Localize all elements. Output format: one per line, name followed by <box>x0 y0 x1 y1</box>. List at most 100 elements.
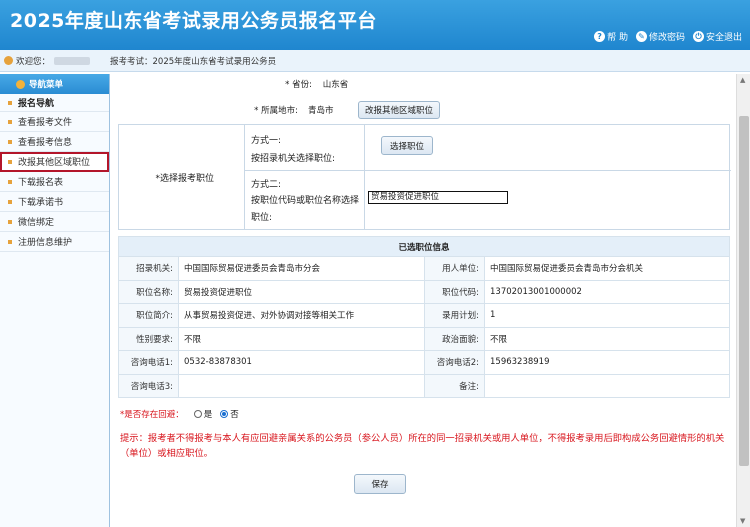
radio-no-label: 否 <box>230 410 239 420</box>
field-label: 录用计划: <box>424 303 485 328</box>
sidebar-item-registration[interactable]: 注册信息维护 <box>0 232 109 252</box>
city-row: * 所属地市: 青岛市 改报其他区域职位 <box>120 101 728 119</box>
sidebar-item-view-info[interactable]: 查看报考信息 <box>0 132 109 152</box>
sidebar-item-download-pledge[interactable]: 下载承诺书 <box>0 192 109 212</box>
table-row: 招录机关: 中国国际贸易促进委员会青岛市分会 用人单位: 中国国际贸易促进委员会… <box>118 256 730 281</box>
app-header: 2025年度山东省考试录用公务员报名平台 ? 帮 助 ✎ 修改密码 ⏻ 安全退出 <box>0 0 750 50</box>
sidebar-item-download-form[interactable]: 下载报名表 <box>0 172 109 192</box>
select-position-label: *选择报考职位 <box>155 173 214 184</box>
field-value: 不限 <box>484 326 730 351</box>
radio-yes-label: 是 <box>203 410 213 420</box>
field-label: 咨询电话2: <box>424 350 485 375</box>
bullet-icon <box>8 119 12 124</box>
method-divider <box>245 170 731 171</box>
save-button[interactable]: 保存 <box>354 474 406 494</box>
table-header-row: 已选职位信息 <box>118 236 730 257</box>
scroll-down-icon[interactable]: ▼ <box>740 517 745 525</box>
nav-header: 导航菜单 <box>0 74 109 94</box>
change-password-label: 修改密码 <box>648 33 685 43</box>
table-row: 性别要求: 不限 政治面貌: 不限 <box>118 326 730 351</box>
info-bar: 欢迎您： 报考考试：2025年度山东省考试录用公务员 <box>0 50 750 72</box>
position-search-input[interactable]: 贸易投资促进职位 <box>368 191 508 204</box>
radio-yes[interactable] <box>193 410 202 418</box>
method1-title: 方式一: <box>251 136 282 146</box>
selected-heading: 已选职位信息 <box>118 236 730 257</box>
bullet-icon <box>8 239 12 244</box>
province-value: 山东省 <box>322 80 349 90</box>
method-desc-cell: 方式一: 按招录机关选择职位: 方式二: 按职位代码或职位名称选择 职位: <box>245 125 365 229</box>
table-row: 咨询电话1: 0532-83878301 咨询电话2: 15963238919 <box>118 350 730 375</box>
power-icon: ⏻ <box>692 31 704 42</box>
bullet-icon <box>8 159 12 164</box>
field-value: 13702013001000002 <box>484 279 730 304</box>
change-region-button[interactable]: 改报其他区域职位 <box>358 101 440 119</box>
selected-position-table: 已选职位信息 招录机关: 中国国际贸易促进委员会青岛市分会 用人单位: 中国国际… <box>118 236 730 398</box>
help-link[interactable]: ? 帮 助 <box>594 30 628 43</box>
change-password-link[interactable]: ✎ 修改密码 <box>635 30 685 43</box>
method2-title: 方式二: <box>251 180 282 190</box>
bullet-icon <box>8 219 12 224</box>
sidebar-item-label: 查看报考文件 <box>18 118 73 128</box>
sidebar-item-label: 改报其他区域职位 <box>18 158 91 168</box>
city-label: * 所属地市: <box>254 106 298 116</box>
app-title: 2025年度山东省考试录用公务员报名平台 <box>10 10 377 32</box>
select-position-button[interactable]: 选择职位 <box>381 136 433 155</box>
sidebar-item-label: 下载报名表 <box>18 178 64 188</box>
logout-label: 安全退出 <box>705 33 742 43</box>
field-value: 15963238919 <box>484 350 730 375</box>
field-value: 中国国际贸易促进委员会青岛市分会机关 <box>484 256 730 281</box>
field-label: 用人单位: <box>424 256 485 281</box>
field-label: 职位名称: <box>118 279 179 304</box>
city-value: 青岛市 <box>308 106 334 116</box>
chevron-down-icon <box>16 79 25 89</box>
method2-desc-line1: 按职位代码或职位名称选择 <box>251 196 360 206</box>
avoidance-question: *是否存在回避： <box>120 410 184 420</box>
nav-section-title: 报名导航 <box>0 94 109 112</box>
main-content: * 省份: 山东省 * 所属地市: 青岛市 改报其他区域职位 *选择报考职位 方… <box>112 74 736 527</box>
bullet-icon <box>8 100 12 105</box>
bullet-icon <box>8 199 12 204</box>
field-label: 政治面貌: <box>424 326 485 351</box>
province-row: * 省份: 山东省 <box>120 78 728 90</box>
user-name-redacted <box>54 56 91 65</box>
field-label: 咨询电话3: <box>118 373 179 398</box>
avoidance-no-option[interactable]: 否 <box>220 408 239 420</box>
sidebar-item-label: 微信绑定 <box>18 218 55 228</box>
sidebar-item-label: 下载承诺书 <box>18 198 64 208</box>
field-value: 0532-83878301 <box>178 350 425 375</box>
sidebar-item-label: 查看报考信息 <box>18 138 73 148</box>
method1-desc: 按招录机关选择职位: <box>251 154 336 164</box>
sidebar-item-label: 注册信息维护 <box>18 238 73 248</box>
sidebar: 导航菜单 报名导航 查看报考文件 查看报考信息 改报其他区域职位 下载报名表 下… <box>0 74 110 527</box>
sidebar-item-wechat[interactable]: 微信绑定 <box>0 212 109 232</box>
field-value <box>178 373 425 398</box>
select-position-box: *选择报考职位 方式一: 按招录机关选择职位: 方式二: 按职位代码或职位名称选… <box>118 124 731 230</box>
radio-no[interactable] <box>220 410 229 418</box>
exam-text: 报考考试：2025年度山东省考试录用公务员 <box>110 56 277 67</box>
main-scrollbar[interactable]: ▲ ▼ <box>736 74 750 527</box>
user-icon <box>4 56 13 65</box>
logout-link[interactable]: ⏻ 安全退出 <box>692 30 742 43</box>
field-label: 职位简介: <box>118 303 179 328</box>
table-row: 职位简介: 从事贸易投资促进、对外协调对接等相关工作 录用计划: 1 <box>118 303 730 328</box>
sidebar-item-change-region[interactable]: 改报其他区域职位 <box>0 152 109 172</box>
select-position-label-cell: *选择报考职位 <box>119 125 245 229</box>
field-label: 咨询电话1: <box>118 350 179 375</box>
field-label: 备注: <box>424 373 485 398</box>
field-value: 1 <box>484 303 730 328</box>
password-icon: ✎ <box>635 31 647 42</box>
avoidance-row: *是否存在回避： 是 否 <box>120 408 728 420</box>
bullet-icon <box>8 179 12 184</box>
help-label: 帮 助 <box>607 33 628 43</box>
method2-desc-line2: 职位: <box>251 213 273 223</box>
nav-header-label: 导航菜单 <box>29 80 64 90</box>
table-row: 职位名称: 贸易投资促进职位 职位代码: 13702013001000002 <box>118 279 730 304</box>
sidebar-item-view-files[interactable]: 查看报考文件 <box>0 112 109 132</box>
nav-section-label: 报名导航 <box>18 99 55 109</box>
bullet-icon <box>8 139 12 144</box>
scroll-thumb[interactable] <box>739 116 749 466</box>
scroll-up-icon[interactable]: ▲ <box>740 76 745 84</box>
field-value: 从事贸易投资促进、对外协调对接等相关工作 <box>178 303 425 328</box>
table-row: 咨询电话3: 备注: <box>118 373 730 398</box>
avoidance-yes-option[interactable]: 是 <box>193 408 213 420</box>
